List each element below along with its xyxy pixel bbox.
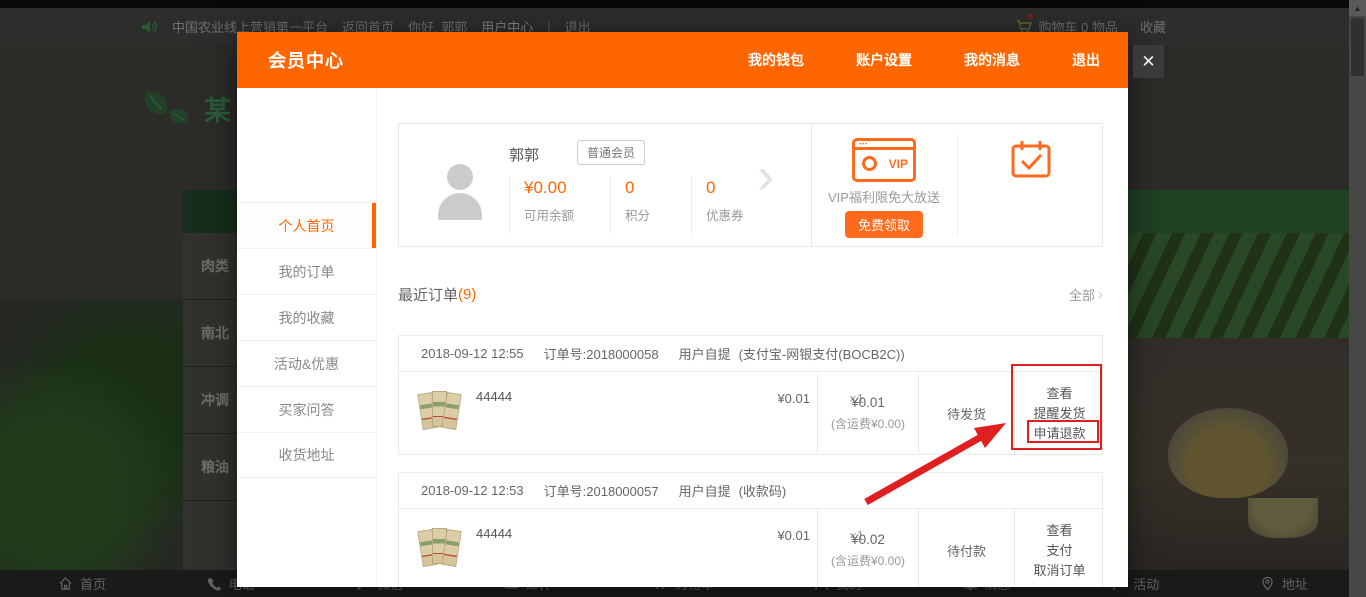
category-item-grain-oil[interactable]: 粮油 [183, 434, 237, 501]
vip-icon: ••• VIP [852, 138, 916, 182]
vip-promo: ••• VIP VIP福利限免大放送 免费领取 [811, 124, 957, 246]
action-request-refund[interactable]: 申请退款 [1033, 424, 1085, 444]
modal-header: 会员中心 我的钱包 账户设置 我的消息 退出 [237, 32, 1128, 88]
product-price: ¥0.01 [777, 391, 810, 406]
member-center-modal: 会员中心 我的钱包 账户设置 我的消息 退出 个人首页 我的订单 我的收藏 活动… [237, 32, 1128, 587]
profile-card: 郭郭 普通会员 ¥0.00 可用余额 0 积分 0 优惠券 [398, 123, 1103, 247]
recent-orders-count: (9) [458, 286, 476, 303]
stat-points: 0 积分 [610, 176, 691, 234]
order-card-2018000057: 2018-09-12 12:53 订单号:2018000057 用户自提 (收款… [398, 472, 1103, 587]
sidebar-item-shipping-address[interactable]: 收货地址 [237, 432, 376, 478]
scrollbar-thumb[interactable] [1351, 18, 1364, 76]
status-badge: 待付款 [947, 541, 986, 560]
status-badge: 待发货 [947, 404, 986, 423]
recent-orders-title: 最近订单 [398, 284, 458, 305]
nav-my-messages[interactable]: 我的消息 [964, 50, 1020, 70]
sidebar-item-my-orders[interactable]: 我的订单 [237, 248, 376, 294]
category-item-meat[interactable]: 肉类 [183, 233, 237, 300]
phone-icon [207, 576, 222, 591]
cart-badge-dot [1028, 14, 1033, 19]
category-item-dry-goods[interactable]: 南北 [183, 300, 237, 367]
product-name[interactable]: 44444 [476, 526, 512, 541]
site-logo: 某 [140, 88, 231, 128]
order-delivery: 用户自提 [679, 481, 731, 500]
calendar-check-icon [1009, 138, 1053, 180]
user-stats: ¥0.00 可用余额 0 积分 0 优惠券 [509, 176, 771, 234]
order-actions-cell: 查看 支付 取消订单 [1014, 509, 1104, 587]
sidebar-item-my-favorites[interactable]: 我的收藏 [237, 294, 376, 340]
free-claim-button[interactable]: 免费领取 [845, 211, 923, 238]
action-pay[interactable]: 支付 [1046, 541, 1072, 561]
action-view[interactable]: 查看 [1046, 521, 1072, 541]
checkin-section[interactable] [957, 124, 1104, 246]
order-number: 订单号:2018000058 [544, 344, 659, 363]
teapot-photo [1128, 338, 1366, 570]
order-status-cell: 待发货 [918, 372, 1014, 455]
category-item-beverage[interactable]: 冲调 [183, 367, 237, 434]
modal-content: 郭郭 普通会员 ¥0.00 可用余额 0 积分 0 优惠券 [377, 88, 1128, 587]
order-total-cell: ¥0.01 (含运费¥0.00) [817, 372, 918, 455]
product-thumbnail[interactable] [419, 526, 461, 568]
order-header: 2018-09-12 12:53 订单号:2018000057 用户自提 (收款… [399, 473, 1102, 509]
order-header: 2018-09-12 12:55 订单号:2018000058 用户自提 (支付… [399, 336, 1102, 372]
order-delivery: 用户自提 [679, 344, 731, 363]
order-actions-cell: 查看 提醒发货 申请退款 [1014, 372, 1104, 455]
chevron-right-icon[interactable]: › [757, 146, 774, 206]
order-total-cell: ¥0.02 (含运费¥0.00) [817, 509, 918, 587]
favorites-link[interactable]: 收藏 [1140, 17, 1166, 36]
category-header-block [183, 190, 237, 233]
action-remind-shipment[interactable]: 提醒发货 [1033, 404, 1085, 424]
nav-my-wallet[interactable]: 我的钱包 [748, 50, 804, 70]
modal-sidebar: 个人首页 我的订单 我的收藏 活动&优惠 买家问答 收货地址 [237, 88, 377, 587]
product-price: ¥0.01 [777, 528, 810, 543]
close-icon[interactable]: ✕ [1133, 45, 1164, 78]
sidebar-item-personal-home[interactable]: 个人首页 [237, 202, 376, 248]
action-cancel-order[interactable]: 取消订单 [1033, 561, 1085, 581]
leaf-logo-icon [140, 88, 196, 128]
sidebar-item-buyer-qa[interactable]: 买家问答 [237, 386, 376, 432]
order-body: 44444 ¥0.01 ×1 ¥0.01 (含运费¥0.00) 待发货 [399, 372, 1102, 455]
order-body: 44444 ¥0.01 ×1 ¥0.02 (含运费¥0.00) 待付款 [399, 509, 1102, 587]
vip-promo-text: VIP福利限免大放送 [811, 187, 957, 206]
screen: 中国农业线上营销第一平台 返回首页 你好, 郭郭 用户中心 | 退出 购物车 0… [0, 0, 1366, 597]
order-datetime: 2018-09-12 12:55 [421, 346, 524, 361]
speaker-icon [142, 20, 158, 34]
stat-balance: ¥0.00 可用余额 [509, 176, 610, 234]
order-payment: (支付宝-网银支付(BOCB2C)) [739, 344, 905, 363]
product-thumbnail[interactable] [419, 389, 461, 431]
category-sidebar: 肉类 南北 冲调 粮油 [183, 233, 237, 570]
member-level-badge: 普通会员 [577, 140, 645, 165]
tea-leaves-photo [0, 300, 183, 570]
bottomnav-address[interactable]: 地址 [1260, 574, 1308, 593]
avatar [431, 162, 489, 220]
nav-account-settings[interactable]: 账户设置 [856, 50, 912, 70]
order-payment: (收款码) [739, 481, 787, 500]
order-datetime: 2018-09-12 12:53 [421, 483, 524, 498]
home-icon [58, 576, 73, 591]
order-number: 订单号:2018000057 [544, 481, 659, 500]
scrollbar[interactable]: ▲ [1349, 0, 1366, 597]
teacup-shape [1248, 498, 1318, 538]
modal-title: 会员中心 [268, 47, 344, 73]
bottomnav-home[interactable]: 首页 [58, 574, 106, 593]
product-name[interactable]: 44444 [476, 389, 512, 404]
teapot-shape [1168, 408, 1288, 498]
user-name: 郭郭 [509, 144, 539, 165]
map-pin-icon [1260, 576, 1275, 591]
category-nav-band [1128, 190, 1366, 233]
site-logo-text: 某 [204, 89, 231, 128]
modal-nav: 我的钱包 账户设置 我的消息 退出 [748, 50, 1100, 70]
order-status-cell: 待付款 [918, 509, 1014, 587]
scrollbar-up-arrow[interactable]: ▲ [1349, 0, 1366, 16]
sidebar-item-activities-coupons[interactable]: 活动&优惠 [237, 340, 376, 386]
browser-top-strip [0, 0, 1366, 8]
view-all-link[interactable]: 全部 [1069, 285, 1095, 304]
tea-field-photo [1128, 233, 1366, 338]
nav-logout[interactable]: 退出 [1072, 50, 1100, 70]
recent-orders-header: 最近订单 (9) 全部 › [398, 284, 1103, 305]
order-card-2018000058: 2018-09-12 12:55 订单号:2018000058 用户自提 (支付… [398, 335, 1103, 455]
action-view[interactable]: 查看 [1046, 384, 1072, 404]
chevron-right-icon: › [1098, 286, 1103, 303]
